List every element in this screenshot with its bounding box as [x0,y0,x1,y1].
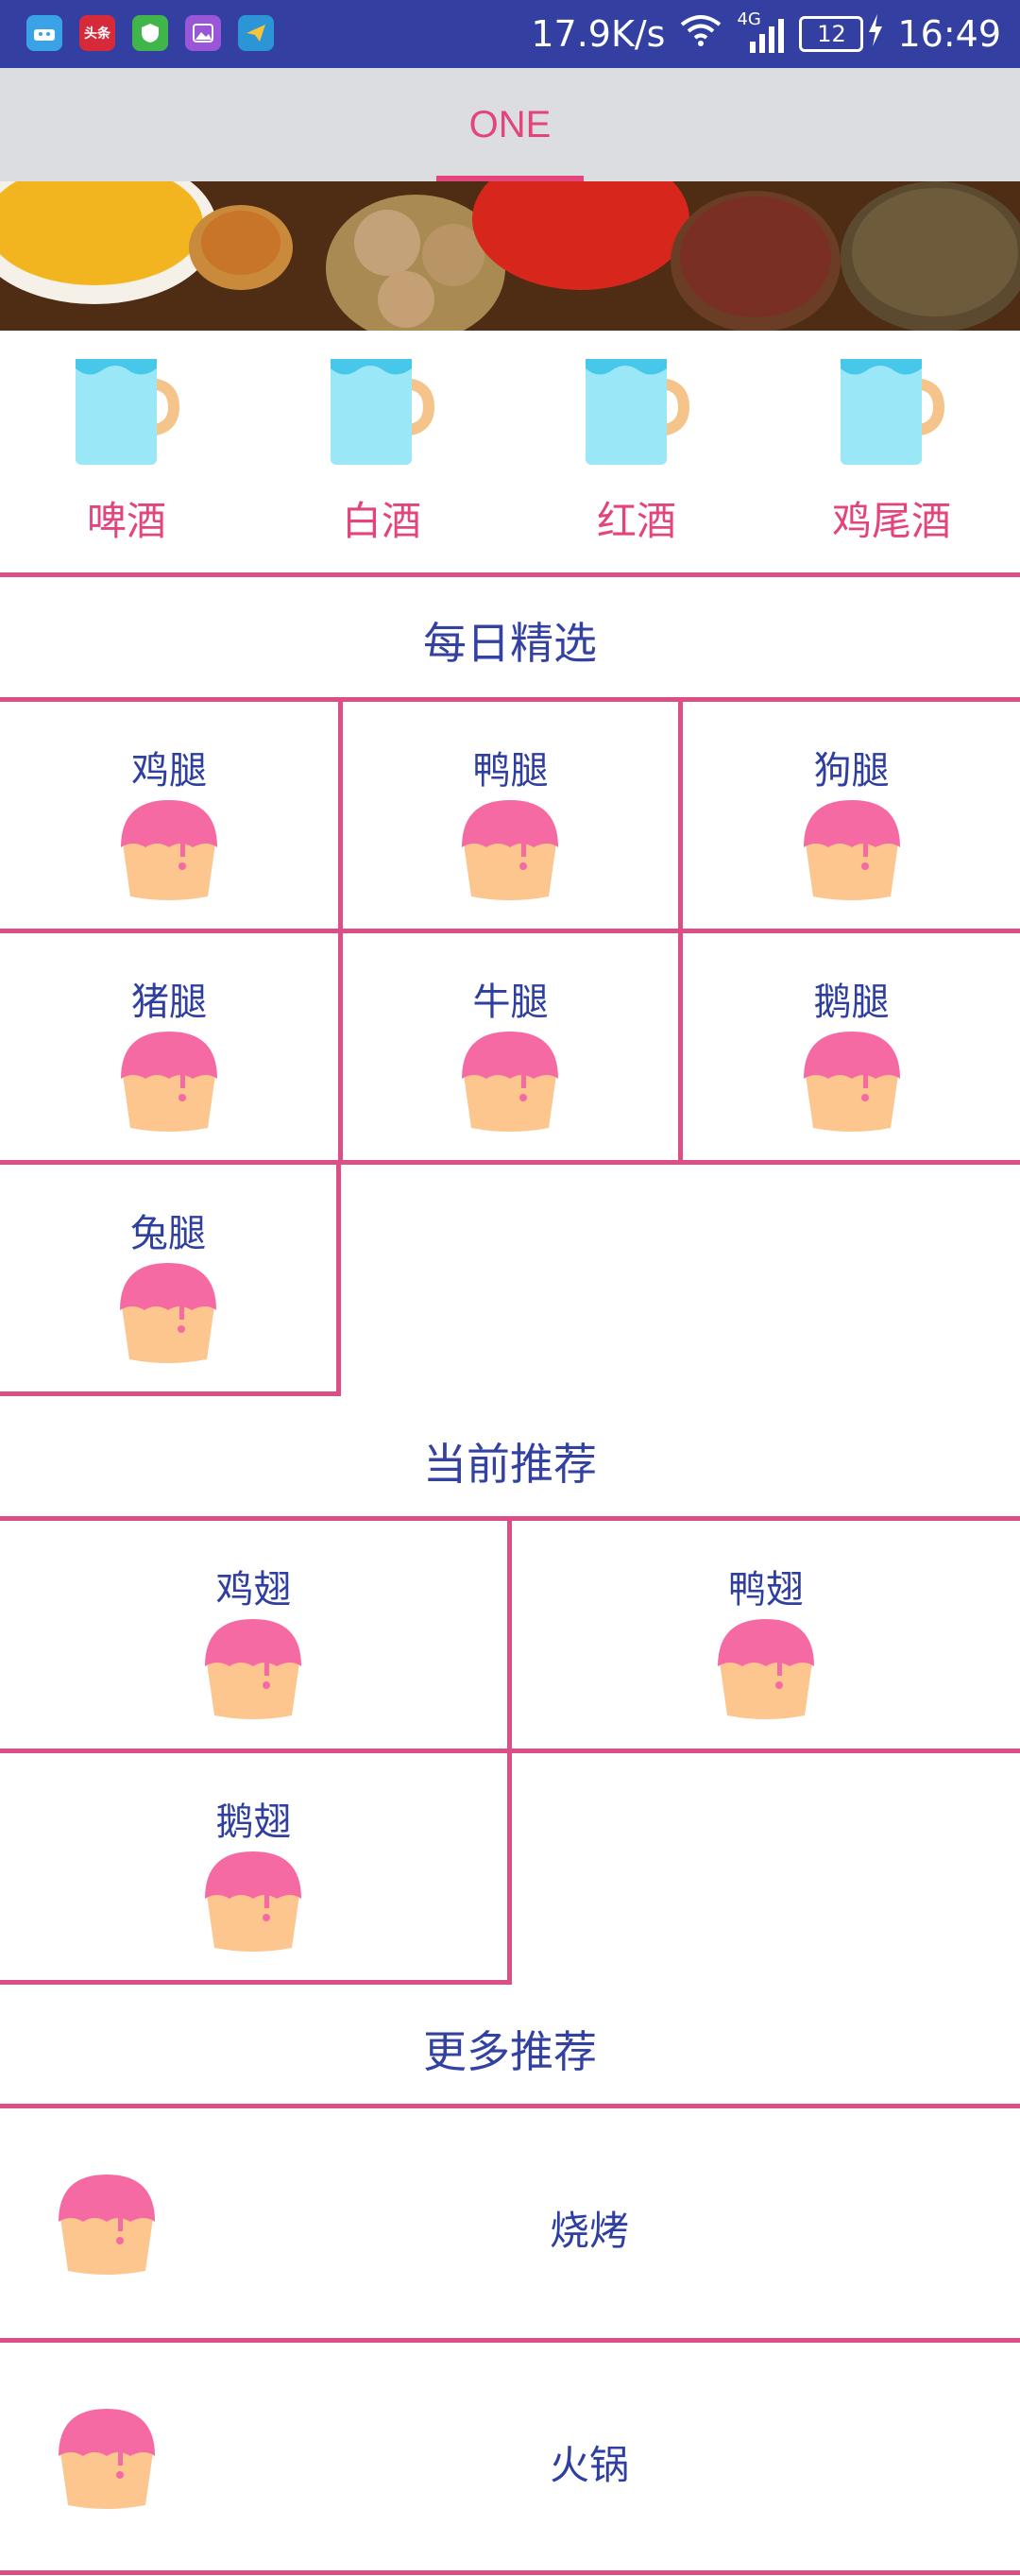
mug-icon [586,359,690,465]
muffin-icon [205,1619,301,1719]
grid-item-label: 鹅腿 [813,981,890,1024]
muffin-icon [205,1851,301,1952]
drink-item-beer[interactable]: 啤酒 [32,350,221,557]
battery-level: 12 [799,16,864,52]
section-title-daily: 每日精选 [423,618,597,669]
clock: 16:49 [897,13,1001,55]
notification-icons: 头条 [26,15,274,55]
list-item-label: 烧烤 [550,2208,630,2254]
grid-item[interactable]: 狗腿 [683,702,1020,929]
grid-item-label: 猪腿 [131,981,207,1024]
grid-item[interactable]: 牛腿 [343,933,678,1160]
divider [0,2570,1020,2575]
muffin-icon [59,2175,155,2275]
wifi-icon [678,13,723,56]
grid-item-label: 鸭翅 [728,1568,804,1612]
section-title-more: 更多推荐 [423,2026,597,2077]
divider [0,572,1020,577]
muffin-icon [59,2409,155,2509]
list-item[interactable]: 烧烤 [0,2108,1020,2338]
tab-one-label: ONE [468,103,552,145]
grid-item-label: 鸡腿 [131,749,207,793]
muffin-icon [462,800,558,900]
muffin-icon [121,800,217,900]
muffin-icon [804,800,900,900]
gallery-app-icon [185,15,221,51]
section-title-current: 当前推荐 [423,1439,597,1490]
list-item[interactable]: 火锅 [0,2343,1020,2571]
charging-icon [867,13,884,55]
grid-item[interactable]: 鸡腿 [0,702,338,929]
drink-label: 红酒 [596,498,676,544]
android-app-icon [26,15,62,51]
grid-item-label: 鹅翅 [215,1800,292,1844]
mug-icon [76,359,180,465]
grid-item-label: 兔腿 [130,1212,206,1255]
drink-item-red-wine[interactable]: 红酒 [542,350,731,557]
muffin-icon [121,1032,217,1132]
tab-bar: ONE [0,68,1020,181]
muffin-icon [120,1263,216,1363]
spices-banner-image [0,181,1020,331]
grid-item-label: 鸡翅 [215,1568,292,1612]
battery-indicator: 12 [799,13,884,55]
status-bar: 头条 17.9K/s 4G 12 16:49 [0,0,1020,68]
drink-label: 啤酒 [86,498,166,544]
toutiao-icon: 头条 [79,15,115,51]
drink-label: 白酒 [341,498,421,544]
grid-item-label: 狗腿 [813,749,890,793]
grid-item[interactable]: 鸭翅 [512,1521,1020,1749]
drink-item-baijiu[interactable]: 白酒 [287,350,476,557]
grid-item[interactable]: 鸭腿 [343,702,678,929]
drink-item-cocktail[interactable]: 鸡尾酒 [797,350,986,557]
muffin-icon [462,1032,558,1132]
toutiao-icon-text: 头条 [84,26,110,42]
grid-item[interactable]: 鸡翅 [0,1521,507,1749]
muffin-icon [804,1032,900,1132]
mug-icon [841,359,945,465]
grid-item[interactable]: 猪腿 [0,933,338,1160]
grid-divider [336,1160,341,1396]
grid-item[interactable]: 鹅翅 [0,1753,507,1980]
grid-item-label: 牛腿 [472,981,549,1024]
network-speed: 17.9K/s [531,13,666,55]
muffin-icon [718,1619,814,1719]
list-item-label: 火锅 [550,2442,630,2488]
tab-one[interactable]: ONE [436,68,584,181]
signal-icon: 4G [737,9,786,55]
drink-label: 鸡尾酒 [831,498,951,544]
grid-item[interactable]: 鹅腿 [683,933,1020,1160]
grid-item-label: 鸭腿 [472,749,549,793]
grid-divider [0,1391,341,1396]
grid-item[interactable]: 兔腿 [0,1165,336,1391]
grid-divider [0,1980,512,1985]
shield-app-icon [132,15,168,51]
status-indicators: 17.9K/s 4G 12 16:49 [531,9,1001,59]
paper-plane-app-icon [238,15,274,51]
mug-icon [331,359,435,465]
